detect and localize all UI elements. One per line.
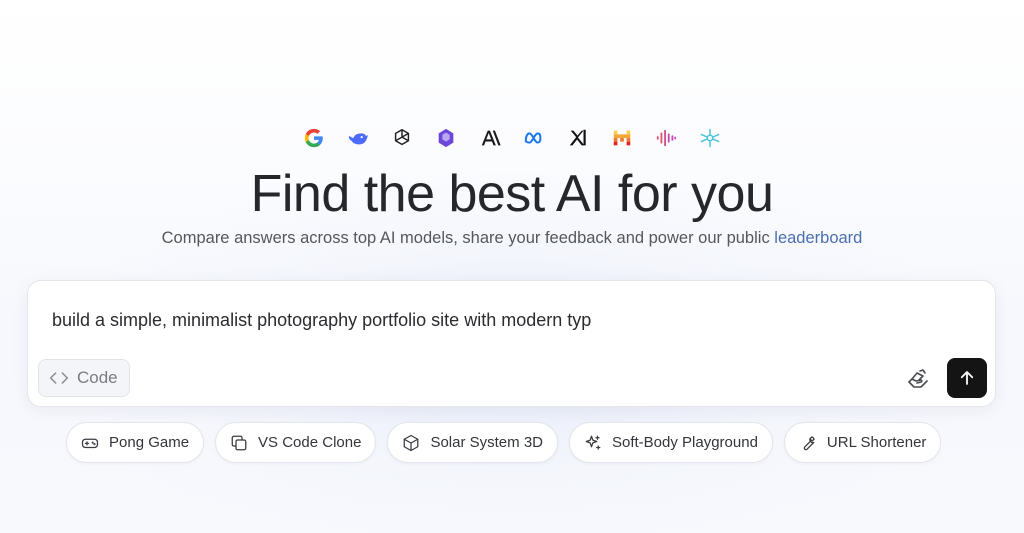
- copy-icon: [231, 435, 247, 450]
- suggestion-pong-game[interactable]: Pong Game: [66, 422, 205, 463]
- google-logo-icon: [303, 126, 326, 149]
- code-brackets-icon: [49, 372, 69, 384]
- anthropic-logo-icon: [479, 126, 502, 149]
- page-subtitle: Compare answers across top AI models, sh…: [0, 229, 1024, 248]
- suggestion-label: Solar System 3D: [430, 434, 543, 451]
- model-logo-row: [0, 126, 1024, 149]
- deepseek-logo-icon: [347, 126, 370, 149]
- prompt-composer: build a simple, minimalist photography p…: [27, 280, 996, 407]
- wrench-icon: [803, 435, 815, 450]
- suggestion-solar-system-3d[interactable]: Solar System 3D: [387, 422, 558, 463]
- suggestion-label: VS Code Clone: [258, 434, 362, 451]
- meta-logo-icon: [523, 126, 546, 149]
- sparkles-icon: [585, 435, 601, 450]
- send-button[interactable]: [947, 358, 987, 398]
- xai-logo-icon: [567, 126, 590, 149]
- gamepad-icon: [81, 438, 99, 448]
- suggestion-label: Soft-Body Playground: [612, 434, 758, 451]
- suggestion-vs-code-clone[interactable]: VS Code Clone: [215, 422, 377, 463]
- suggestion-label: URL Shortener: [826, 434, 927, 451]
- subtitle-text: Compare answers across top AI models, sh…: [161, 229, 775, 247]
- suggestion-label: Pong Game: [109, 434, 190, 451]
- cube-icon: [404, 434, 419, 451]
- mistral-style-logo-icon: [435, 126, 458, 149]
- attach-button[interactable]: [904, 365, 932, 393]
- prompt-input[interactable]: build a simple, minimalist photography p…: [52, 310, 591, 331]
- audio-wave-logo-icon: [655, 126, 678, 149]
- suggestion-soft-body-playground[interactable]: Soft-Body Playground: [569, 422, 773, 463]
- openai-logo-icon: [391, 126, 414, 149]
- code-mode-label: Code: [77, 368, 118, 387]
- mistral-logo-icon: [611, 126, 634, 149]
- network-logo-icon: [699, 126, 722, 149]
- landing-page: Find the best AI for you Compare answers…: [0, 0, 1024, 533]
- leaderboard-link[interactable]: leaderboard: [774, 229, 862, 247]
- suggestion-url-shortener[interactable]: URL Shortener: [783, 422, 942, 463]
- arrow-up-icon: [960, 371, 974, 385]
- hand-upload-icon: [908, 369, 928, 388]
- suggestion-chips: Pong Game VS Code Clone Solar System 3D …: [66, 422, 942, 463]
- page-title: Find the best AI for you: [250, 165, 774, 223]
- code-mode-button[interactable]: Code: [38, 359, 130, 397]
